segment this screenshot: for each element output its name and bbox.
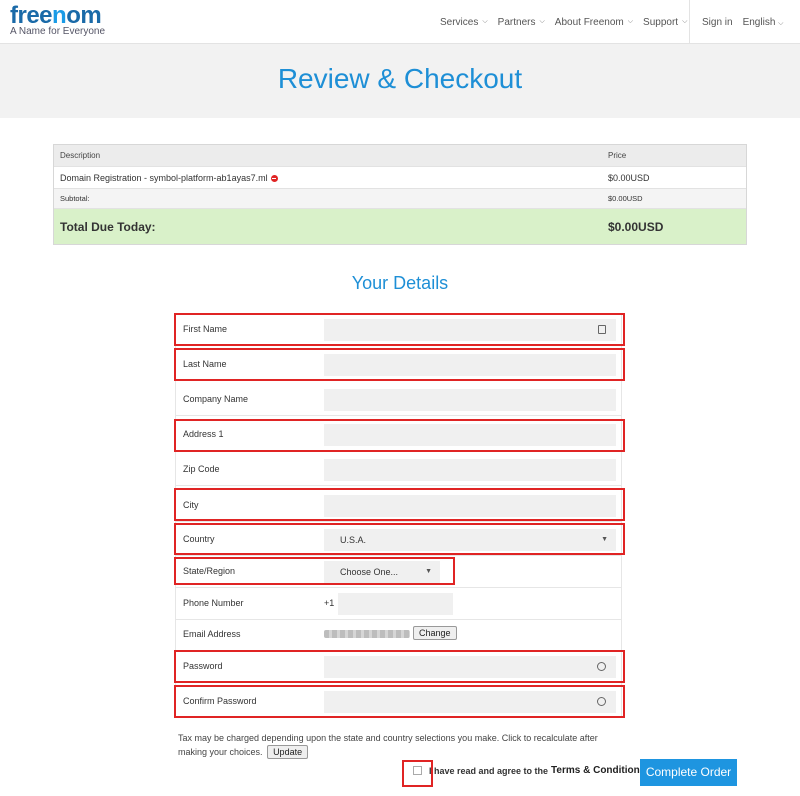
nav-label: Services xyxy=(440,16,479,28)
item-description: Domain Registration - symbol-platform-ab… xyxy=(60,172,268,183)
nav-label: About Freenom xyxy=(554,16,624,28)
complete-order-button[interactable]: Complete Order xyxy=(640,759,737,786)
highlight-frame xyxy=(174,557,455,585)
section-title: Your Details xyxy=(351,273,449,293)
subtotal-value: $0.00USD xyxy=(608,194,643,203)
total-value: $0.00USD xyxy=(608,219,664,234)
logo-tagline: A Name for Everyone xyxy=(10,26,106,37)
page-banner: Review & Checkout xyxy=(0,44,800,118)
highlight-frame xyxy=(174,685,625,718)
table-row: Domain Registration - symbol-platform-ab… xyxy=(54,167,746,189)
tax-note: Tax may be charged depending upon the st… xyxy=(178,731,628,759)
form-row-company: Company Name xyxy=(175,383,621,416)
remove-icon[interactable] xyxy=(270,174,278,182)
update-button[interactable]: Update xyxy=(267,745,309,759)
freenom-logo[interactable]: freenom A Name for Everyone xyxy=(10,4,105,38)
company-name-input[interactable] xyxy=(324,389,616,411)
terms-agreement: I have read and agree to the Terms & Con… xyxy=(413,765,645,776)
highlight-frame xyxy=(402,760,433,787)
chevron-down-icon: ⌵ xyxy=(539,18,545,25)
email-value-redacted xyxy=(324,630,410,638)
phone-label: Phone Number xyxy=(183,598,244,608)
phone-prefix: +1 xyxy=(324,598,335,608)
nav-services[interactable]: Services ⌵ xyxy=(440,17,488,28)
subtotal-row: Subtotal: $0.00USD xyxy=(54,189,746,209)
language-selector[interactable]: English ⌵ xyxy=(743,17,784,28)
account-nav: Sign in English ⌵ xyxy=(702,0,783,44)
highlight-frame xyxy=(174,488,625,521)
change-email-button[interactable]: Change xyxy=(413,626,457,640)
table-header-row: Description Price xyxy=(54,145,746,167)
page-title: Review & Checkout xyxy=(277,63,523,94)
agree-text: I have read and agree to the xyxy=(429,765,549,776)
logo-text-accent: n xyxy=(52,2,67,29)
company-name-label: Company Name xyxy=(183,394,249,404)
subtotal-label: Subtotal: xyxy=(60,194,90,203)
nav-partners[interactable]: Partners ⌵ xyxy=(498,17,545,28)
highlight-frame xyxy=(174,419,625,452)
nav-about[interactable]: About Freenom ⌵ xyxy=(555,17,633,28)
total-label: Total Due Today: xyxy=(60,219,156,234)
sign-in-link[interactable]: Sign in xyxy=(702,17,733,28)
form-row-phone: Phone Number +1 xyxy=(175,587,621,620)
column-header-description: Description xyxy=(60,151,101,160)
highlight-frame xyxy=(174,523,625,555)
chevron-down-icon: ⌵ xyxy=(682,18,688,25)
nav-divider xyxy=(689,0,690,44)
column-header-price: Price xyxy=(608,151,627,160)
highlight-frame xyxy=(174,313,625,346)
logo-text-end: om xyxy=(66,2,102,29)
terms-link[interactable]: Terms & Conditions xyxy=(551,765,645,776)
nav-label: Partners xyxy=(497,16,536,28)
tax-note-text: Tax may be charged depending upon the st… xyxy=(178,733,598,757)
chevron-down-icon: ⌵ xyxy=(482,18,488,25)
item-description-cell: Domain Registration - symbol-platform-ab… xyxy=(54,173,602,183)
chevron-down-icon: ⌵ xyxy=(627,18,634,25)
language-label: English xyxy=(742,16,776,28)
highlight-frame xyxy=(174,650,625,683)
zip-code-label: Zip Code xyxy=(183,464,220,474)
highlight-frame xyxy=(174,348,625,381)
chevron-down-icon: ⌵ xyxy=(778,19,784,27)
main-nav: Services ⌵ Partners ⌵ About Freenom ⌵ Suppo… xyxy=(440,0,697,44)
form-row-zip: Zip Code xyxy=(175,453,621,486)
zip-code-input[interactable] xyxy=(324,459,616,481)
phone-input[interactable] xyxy=(338,593,453,615)
total-row: Total Due Today: $0.00USD xyxy=(54,209,746,244)
item-price: $0.00USD xyxy=(608,172,650,183)
site-header: freenom A Name for Everyone Services ⌵ Pa… xyxy=(0,0,800,44)
nav-label: Support xyxy=(643,16,679,28)
order-summary-table: Description Price Domain Registration - … xyxy=(53,144,747,245)
nav-support[interactable]: Support ⌵ xyxy=(643,17,687,28)
form-row-email: Email Address Change xyxy=(175,618,621,651)
email-label: Email Address xyxy=(183,629,241,639)
logo-text: free xyxy=(10,2,53,29)
